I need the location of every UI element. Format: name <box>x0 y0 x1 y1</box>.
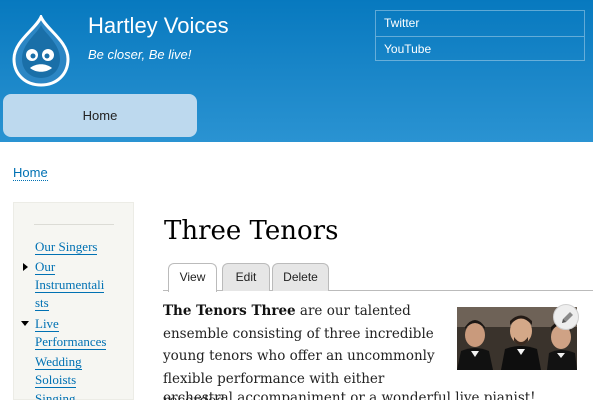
sidebar-item-label-line: Instrumentali <box>35 277 105 293</box>
sidebar-item-live-performances[interactable]: Live Performances <box>35 315 107 351</box>
page-title: Three Tenors <box>164 216 339 246</box>
local-tabs: View Edit Delete <box>163 261 593 292</box>
sidebar-item-our-singers[interactable]: Our Singers <box>35 238 98 256</box>
body-line: ensemble consisting of three incredible <box>163 325 434 342</box>
body-line-overflow: orchestral accompaniment or a wonderful … <box>163 390 536 400</box>
tab-edit[interactable]: Edit <box>222 263 270 291</box>
secondary-menu: Twitter YouTube <box>375 10 585 61</box>
sidebar-item-label: Our Singers <box>35 239 98 255</box>
tab-view[interactable]: View <box>168 263 217 292</box>
main-menu-home-tab[interactable]: Home <box>3 94 197 137</box>
secondary-menu-twitter-link[interactable]: Twitter <box>376 11 584 36</box>
site-name[interactable]: Hartley Voices <box>88 13 229 39</box>
pencil-icon[interactable] <box>553 304 579 330</box>
sidebar-item-label: Singing <box>35 391 76 400</box>
breadcrumb-home-link[interactable]: Home <box>13 165 48 181</box>
site-header: Hartley Voices Be closer, Be live! Twitt… <box>0 0 593 142</box>
tab-delete[interactable]: Delete <box>272 263 329 291</box>
site-slogan: Be closer, Be live! <box>88 47 192 62</box>
sidebar-item-label-line: Live <box>35 316 59 332</box>
sidebar-divider <box>34 224 114 225</box>
sidebar-item-singing[interactable]: Singing <box>35 390 76 400</box>
sidebar-item-label-line: Performances <box>35 334 107 350</box>
sidebar-item-our-instrumentalists[interactable]: Our Instrumentali sts <box>35 258 105 312</box>
sidebar-navigation: Our Singers Our Instrumentali sts Live P… <box>13 202 134 400</box>
site-logo-icon[interactable] <box>10 15 72 87</box>
triangle-down-icon[interactable] <box>21 321 29 326</box>
body-text: The Tenors Three are our talented ensemb… <box>163 300 448 400</box>
sidebar-item-wedding-soloists[interactable]: Wedding Soloists <box>35 353 82 389</box>
body-line: young tenors who offer an uncommonly <box>163 348 435 364</box>
sidebar-item-label-line: Our <box>35 259 56 275</box>
body-line: are our talented <box>299 303 411 319</box>
sidebar-item-label-line: Soloists <box>35 372 77 388</box>
secondary-menu-youtube-link[interactable]: YouTube <box>376 36 584 61</box>
triangle-right-icon[interactable] <box>23 263 28 271</box>
sidebar-item-label-line: Wedding <box>35 354 82 370</box>
sidebar-item-label-line: sts <box>35 295 49 311</box>
body-bold-lead: The Tenors Three <box>163 303 296 319</box>
